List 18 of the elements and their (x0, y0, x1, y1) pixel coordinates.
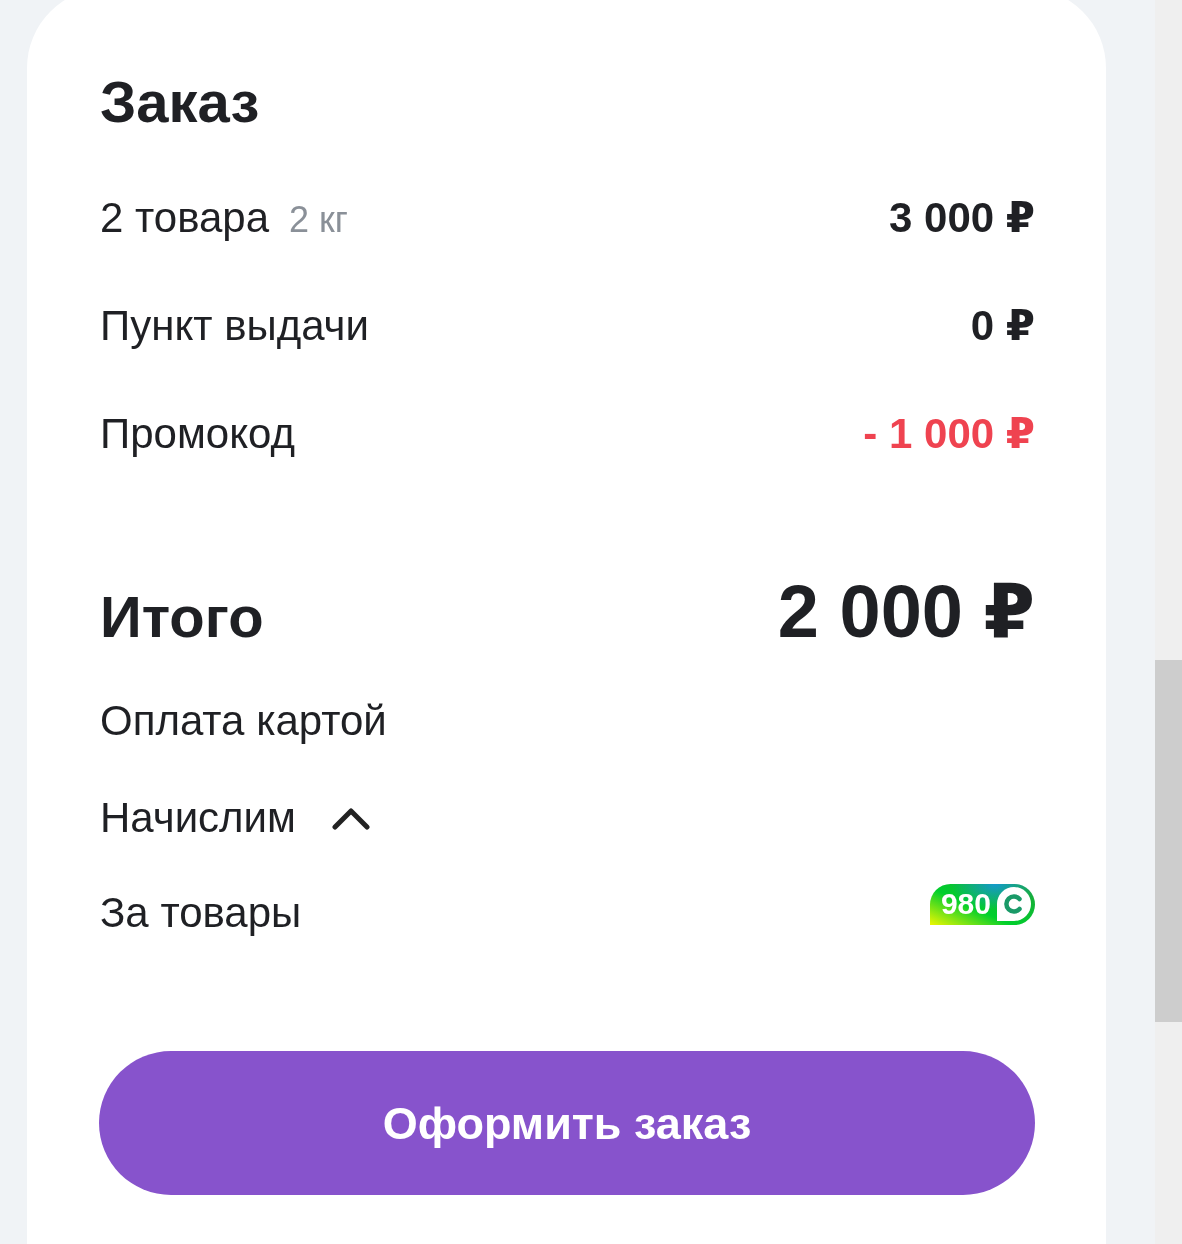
checkout-button[interactable]: Оформить заказ (99, 1051, 1035, 1195)
payment-method-label: Оплата картой (100, 696, 387, 746)
points-value: 980 (940, 889, 991, 919)
line-amount: - 1 000 ₽ (863, 409, 1035, 459)
line-amount: 0 ₽ (970, 301, 1035, 351)
chevron-up-icon[interactable] (331, 806, 370, 830)
line-label: Промокод (100, 409, 295, 459)
scrollbar-thumb[interactable] (1155, 660, 1182, 1022)
coin-icon (997, 887, 1031, 921)
accrual-toggle[interactable]: Начислим (100, 788, 370, 848)
total-label: Итого (100, 583, 264, 651)
weight-label: 2 кг (289, 198, 348, 242)
line-label: Пункт выдачи (100, 301, 369, 351)
order-title: Заказ (100, 68, 260, 136)
total-amount: 2 000 ₽ (777, 572, 1035, 652)
accrual-label: За товары (100, 888, 302, 938)
line-amount: 3 000 ₽ (889, 193, 1035, 243)
line-label: 2 товара (100, 193, 270, 243)
